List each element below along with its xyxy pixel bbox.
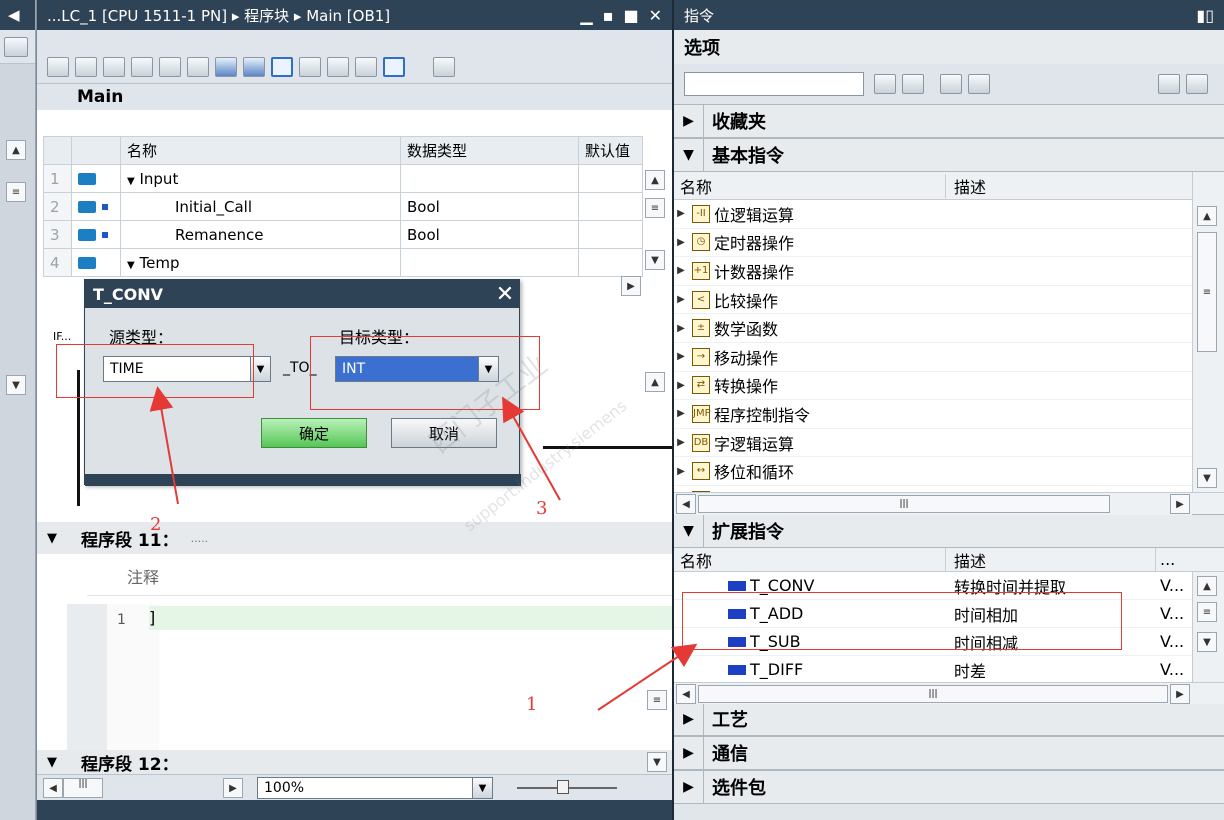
arrow-2 bbox=[149, 386, 179, 505]
annotation-label-2: 2 bbox=[150, 514, 162, 535]
stage: ◀ ▲ ≡ ▼ ...LC_1 [CPU 1511-1 PN] ▸ 程序块 ▸ … bbox=[0, 0, 1224, 820]
arrow-1 bbox=[597, 643, 698, 711]
annotation-label-1: 1 bbox=[526, 694, 538, 715]
annotation-label-3: 3 bbox=[536, 498, 548, 519]
